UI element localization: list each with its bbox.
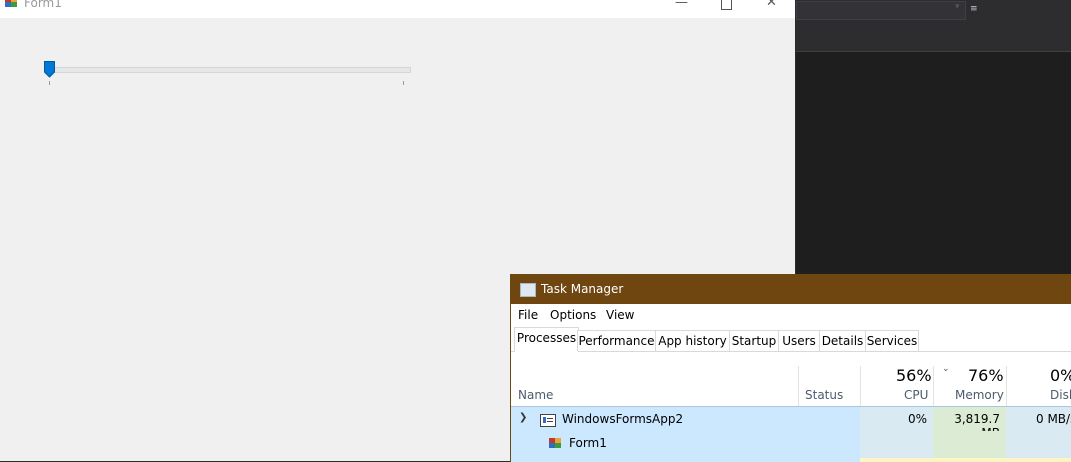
column-separator[interactable] bbox=[933, 366, 934, 406]
column-separator[interactable] bbox=[860, 366, 861, 406]
sort-chevron-icon: ⌄ bbox=[942, 364, 950, 374]
tab-bar: Processes Performance App history Startu… bbox=[511, 325, 1071, 352]
child-window-name: Form1 bbox=[569, 436, 607, 450]
toolbar-overflow-icon[interactable]: ≡ bbox=[970, 4, 978, 14]
table-row[interactable]: Form1 bbox=[511, 431, 1071, 462]
close-button[interactable]: ✕ bbox=[749, 0, 794, 18]
tab-services[interactable]: Services bbox=[865, 330, 919, 351]
task-manager-titlebar[interactable]: Task Manager bbox=[511, 275, 1071, 304]
form1-titlebar[interactable]: Form1 — ✕ bbox=[0, 0, 795, 18]
column-separator[interactable] bbox=[798, 366, 799, 406]
column-cpu[interactable]: CPU bbox=[904, 388, 928, 402]
column-separator[interactable] bbox=[1006, 366, 1007, 406]
window-app-icon bbox=[540, 414, 556, 427]
task-manager-title: Task Manager bbox=[541, 282, 624, 296]
table-row[interactable]: ❯ WindowsFormsApp2 0% 3,819.7 MB 0 MB/s bbox=[511, 407, 1071, 440]
ide-config-dropdown[interactable] bbox=[796, 1, 966, 20]
memory-percent: 76% bbox=[968, 366, 1004, 385]
ide-tab-strip bbox=[796, 22, 1071, 51]
column-name[interactable]: Name bbox=[518, 388, 553, 402]
menu-file[interactable]: File bbox=[518, 308, 538, 322]
process-disk: 0 MB/s bbox=[1036, 412, 1071, 426]
tab-startup[interactable]: Startup bbox=[729, 330, 779, 351]
column-status[interactable]: Status bbox=[805, 388, 843, 402]
form1-title: Form1 bbox=[24, 0, 62, 10]
disk-percent: 0% bbox=[1050, 366, 1071, 385]
form-app-icon bbox=[5, 0, 17, 7]
tab-users[interactable]: Users bbox=[778, 330, 820, 351]
chevron-down-icon[interactable]: ▾ bbox=[955, 2, 960, 12]
tab-performance[interactable]: Performance bbox=[577, 330, 656, 351]
menu-view[interactable]: View bbox=[606, 308, 634, 322]
task-manager-window: Task Manager File Options View Processes… bbox=[510, 274, 1071, 462]
form-app-icon bbox=[549, 438, 561, 448]
collapse-chevron-icon[interactable]: ❯ bbox=[519, 412, 527, 423]
process-name: WindowsFormsApp2 bbox=[562, 412, 684, 426]
minimize-button[interactable]: — bbox=[659, 0, 704, 18]
menu-bar: File Options View bbox=[511, 304, 1071, 325]
column-disk[interactable]: Disk bbox=[1050, 388, 1071, 402]
maximize-button[interactable] bbox=[704, 0, 749, 18]
trackbar-tick-start bbox=[49, 81, 50, 85]
column-memory[interactable]: Memory bbox=[955, 388, 1004, 402]
tab-processes[interactable]: Processes bbox=[514, 327, 579, 352]
trackbar-thumb[interactable] bbox=[44, 61, 55, 78]
ide-divider bbox=[796, 51, 1071, 52]
cpu-percent: 56% bbox=[896, 366, 932, 385]
next-row-highlight bbox=[860, 458, 1071, 462]
tab-app-history[interactable]: App history bbox=[655, 330, 730, 351]
trackbar-track[interactable] bbox=[48, 67, 411, 73]
tab-details[interactable]: Details bbox=[819, 330, 866, 351]
column-header-row: Name Status 56% CPU ⌄ 76% Memory 0% Disk bbox=[511, 352, 1071, 407]
menu-options[interactable]: Options bbox=[550, 308, 596, 322]
process-cpu: 0% bbox=[907, 412, 927, 426]
maximize-icon bbox=[721, 0, 732, 10]
trackbar-tick-end bbox=[403, 81, 404, 85]
task-manager-icon bbox=[520, 283, 536, 297]
